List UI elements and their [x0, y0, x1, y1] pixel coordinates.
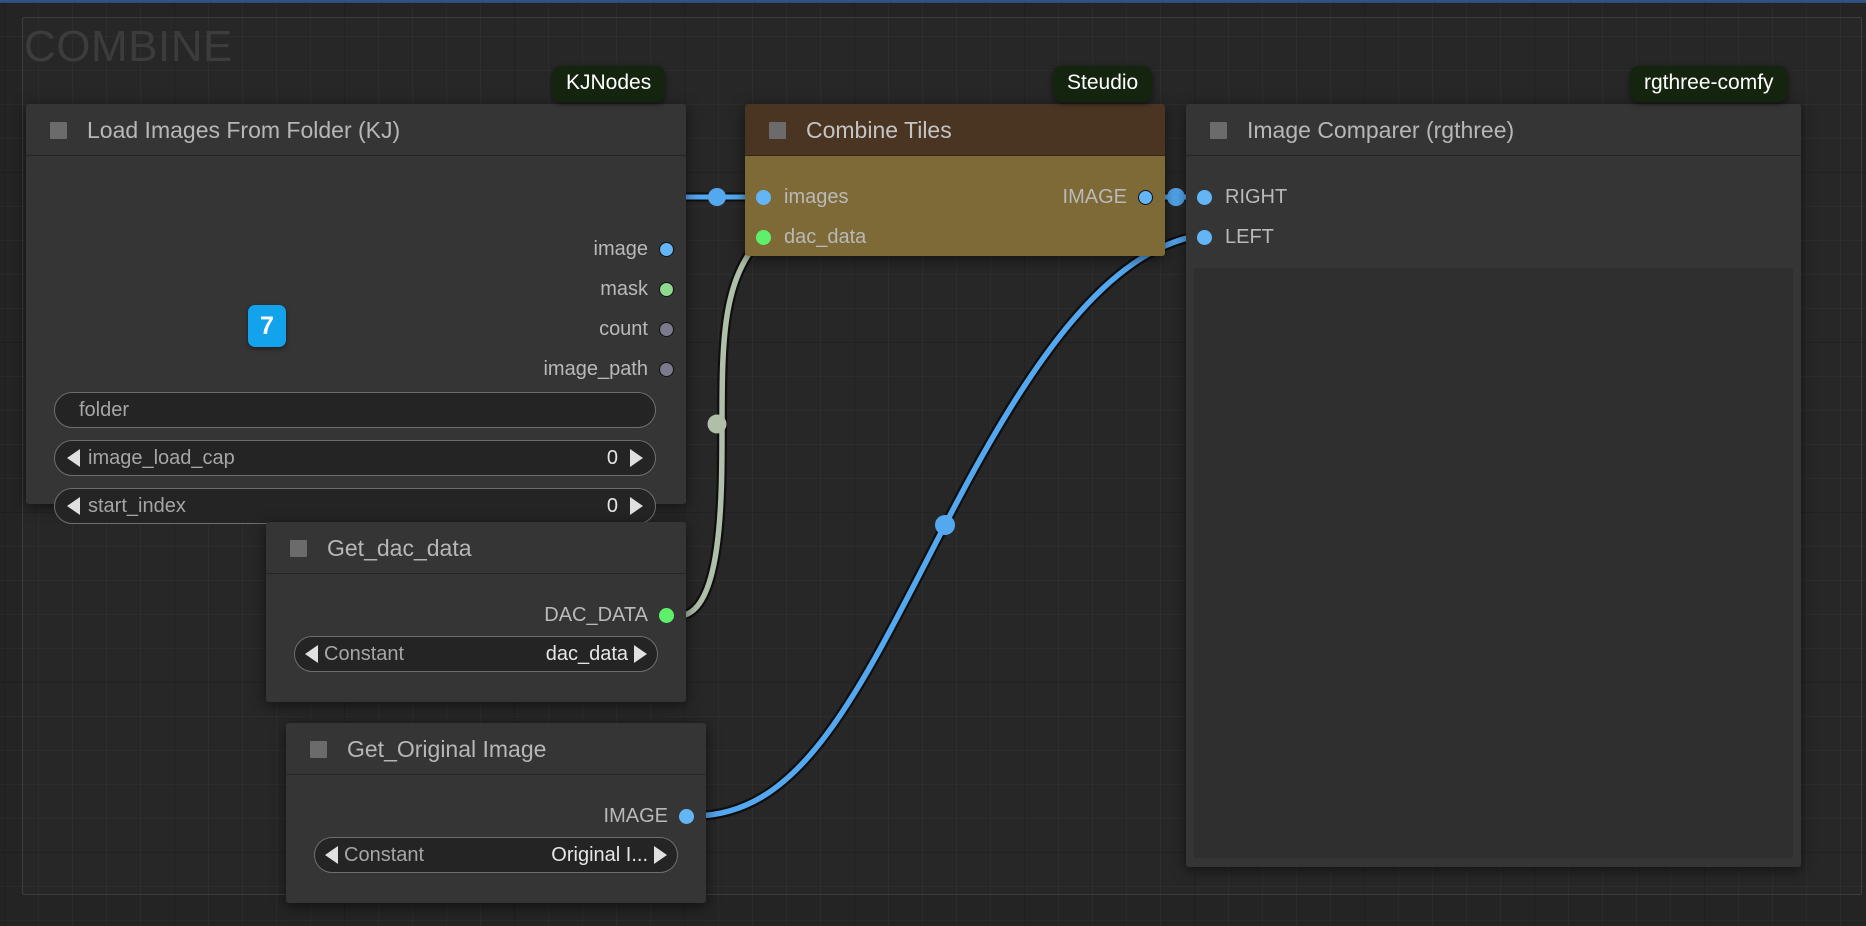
input-dot-left[interactable] [1197, 229, 1212, 245]
collapse-toggle-icon[interactable] [50, 121, 67, 139]
output-label-image-path: image_path [543, 357, 648, 380]
node-get-dac-data[interactable]: Get_dac_data DAC_DATA Constant dac_data [266, 522, 686, 702]
decrement-arrow-icon[interactable] [67, 449, 80, 467]
widget-value-image-load-cap: 0 [606, 446, 618, 469]
group-title: COMBINE [24, 22, 233, 71]
input-slot-images[interactable]: images [756, 186, 848, 208]
output-dot-dac-data[interactable] [659, 607, 674, 623]
widget-label-constant: Constant [344, 843, 425, 866]
node-header-get-dac-data[interactable]: Get_dac_data [266, 522, 686, 574]
output-label-original-image: IMAGE [603, 804, 668, 827]
node-index-badge-7: 7 [248, 305, 286, 347]
output-dot-mask[interactable] [659, 281, 674, 297]
output-dot-combine-image[interactable] [1138, 189, 1153, 205]
widget-value-constant: Original I... [551, 843, 648, 866]
widget-constant-original-image[interactable]: Constant Original I... [314, 837, 678, 873]
node-header-load-images[interactable]: Load Images From Folder (KJ) [26, 104, 686, 156]
output-slot-combine-image[interactable]: IMAGE [1063, 186, 1153, 208]
collapse-toggle-icon[interactable] [1210, 121, 1227, 139]
collapse-toggle-icon[interactable] [290, 539, 307, 557]
widget-start-index[interactable]: start_index 0 [54, 488, 656, 524]
node-header-image-comparer[interactable]: Image Comparer (rgthree) [1186, 104, 1801, 156]
collapse-toggle-icon[interactable] [310, 740, 327, 758]
output-slot-count[interactable]: count [599, 318, 674, 340]
node-header-combine-tiles[interactable]: Combine Tiles [745, 104, 1165, 156]
output-dot-image-path[interactable] [659, 361, 674, 377]
node-get-original-image[interactable]: Get_Original Image IMAGE Constant Origin… [286, 723, 706, 903]
widget-label-folder: folder [79, 398, 130, 421]
top-accent-line [0, 0, 1866, 3]
output-slot-dac-data[interactable]: DAC_DATA [544, 604, 674, 626]
node-title-load-images: Load Images From Folder (KJ) [87, 116, 401, 143]
input-dot-images[interactable] [756, 189, 771, 205]
input-slot-right[interactable]: RIGHT [1197, 186, 1287, 208]
input-label-right: RIGHT [1225, 185, 1288, 208]
input-label-dac-data: dac_data [784, 225, 867, 248]
input-dot-dac-data[interactable] [756, 229, 771, 245]
node-combine-tiles[interactable]: Combine Tiles images dac_data IMAGE [745, 104, 1165, 256]
output-slot-mask[interactable]: mask [600, 278, 674, 300]
output-slot-original-image[interactable]: IMAGE [604, 805, 694, 827]
input-slot-dac-data[interactable]: dac_data [756, 226, 866, 248]
output-label-mask: mask [600, 277, 648, 300]
widget-folder[interactable]: folder [54, 392, 656, 428]
output-label-image: image [593, 237, 648, 260]
node-body-load-images: image mask count image_path folder image… [26, 156, 686, 524]
output-dot-count[interactable] [659, 321, 674, 337]
node-title-get-dac-data: Get_dac_data [327, 534, 472, 561]
previous-arrow-icon[interactable] [325, 846, 338, 864]
next-arrow-icon[interactable] [654, 846, 667, 864]
output-label-dac-data: DAC_DATA [544, 603, 648, 626]
collapse-toggle-icon[interactable] [769, 121, 786, 139]
widget-label-constant: Constant [324, 642, 405, 665]
widget-label-image-load-cap: image_load_cap [88, 446, 235, 469]
output-dot-original-image[interactable] [679, 808, 694, 824]
node-header-get-original-image[interactable]: Get_Original Image [286, 723, 706, 775]
output-slot-image[interactable]: image [594, 238, 674, 260]
node-image-comparer[interactable]: Image Comparer (rgthree) RIGHT LEFT [1186, 104, 1801, 867]
input-label-left: LEFT [1225, 225, 1274, 248]
widget-value-constant: dac_data [545, 642, 628, 665]
widget-constant-dac-data[interactable]: Constant dac_data [294, 636, 658, 672]
output-dot-image[interactable] [659, 241, 674, 257]
package-badge-steudio[interactable]: Steudio [1053, 66, 1153, 103]
input-dot-right[interactable] [1197, 189, 1212, 205]
widget-value-start-index: 0 [606, 494, 618, 517]
node-body-get-dac-data: DAC_DATA Constant dac_data [266, 574, 686, 702]
package-badge-rgthree-comfy[interactable]: rgthree-comfy [1630, 66, 1788, 103]
previous-arrow-icon[interactable] [305, 645, 318, 663]
node-body-get-original-image: IMAGE Constant Original I... [286, 775, 706, 903]
input-slot-left[interactable]: LEFT [1197, 226, 1274, 248]
output-label-count: count [599, 317, 648, 340]
widget-label-start-index: start_index [88, 494, 186, 517]
node-title-image-comparer: Image Comparer (rgthree) [1247, 116, 1515, 143]
node-title-combine-tiles: Combine Tiles [806, 116, 952, 143]
node-graph-canvas[interactable]: COMBINE Load Images From Folder (KJ) ima… [0, 0, 1866, 926]
node-title-get-original-image: Get_Original Image [347, 735, 547, 762]
node-body-image-comparer: RIGHT LEFT [1186, 156, 1801, 867]
node-load-images-from-folder[interactable]: Load Images From Folder (KJ) image mask … [26, 104, 686, 524]
increment-arrow-icon[interactable] [630, 497, 643, 515]
image-preview-area[interactable] [1194, 268, 1793, 858]
input-label-images: images [784, 185, 849, 208]
output-label-combine-image: IMAGE [1062, 185, 1127, 208]
increment-arrow-icon[interactable] [630, 449, 643, 467]
next-arrow-icon[interactable] [634, 645, 647, 663]
node-body-combine-tiles: images dac_data IMAGE [745, 156, 1165, 256]
package-badge-kjnodes[interactable]: KJNodes [552, 66, 666, 103]
widget-image-load-cap[interactable]: image_load_cap 0 [54, 440, 656, 476]
decrement-arrow-icon[interactable] [67, 497, 80, 515]
output-slot-image-path[interactable]: image_path [543, 358, 674, 380]
